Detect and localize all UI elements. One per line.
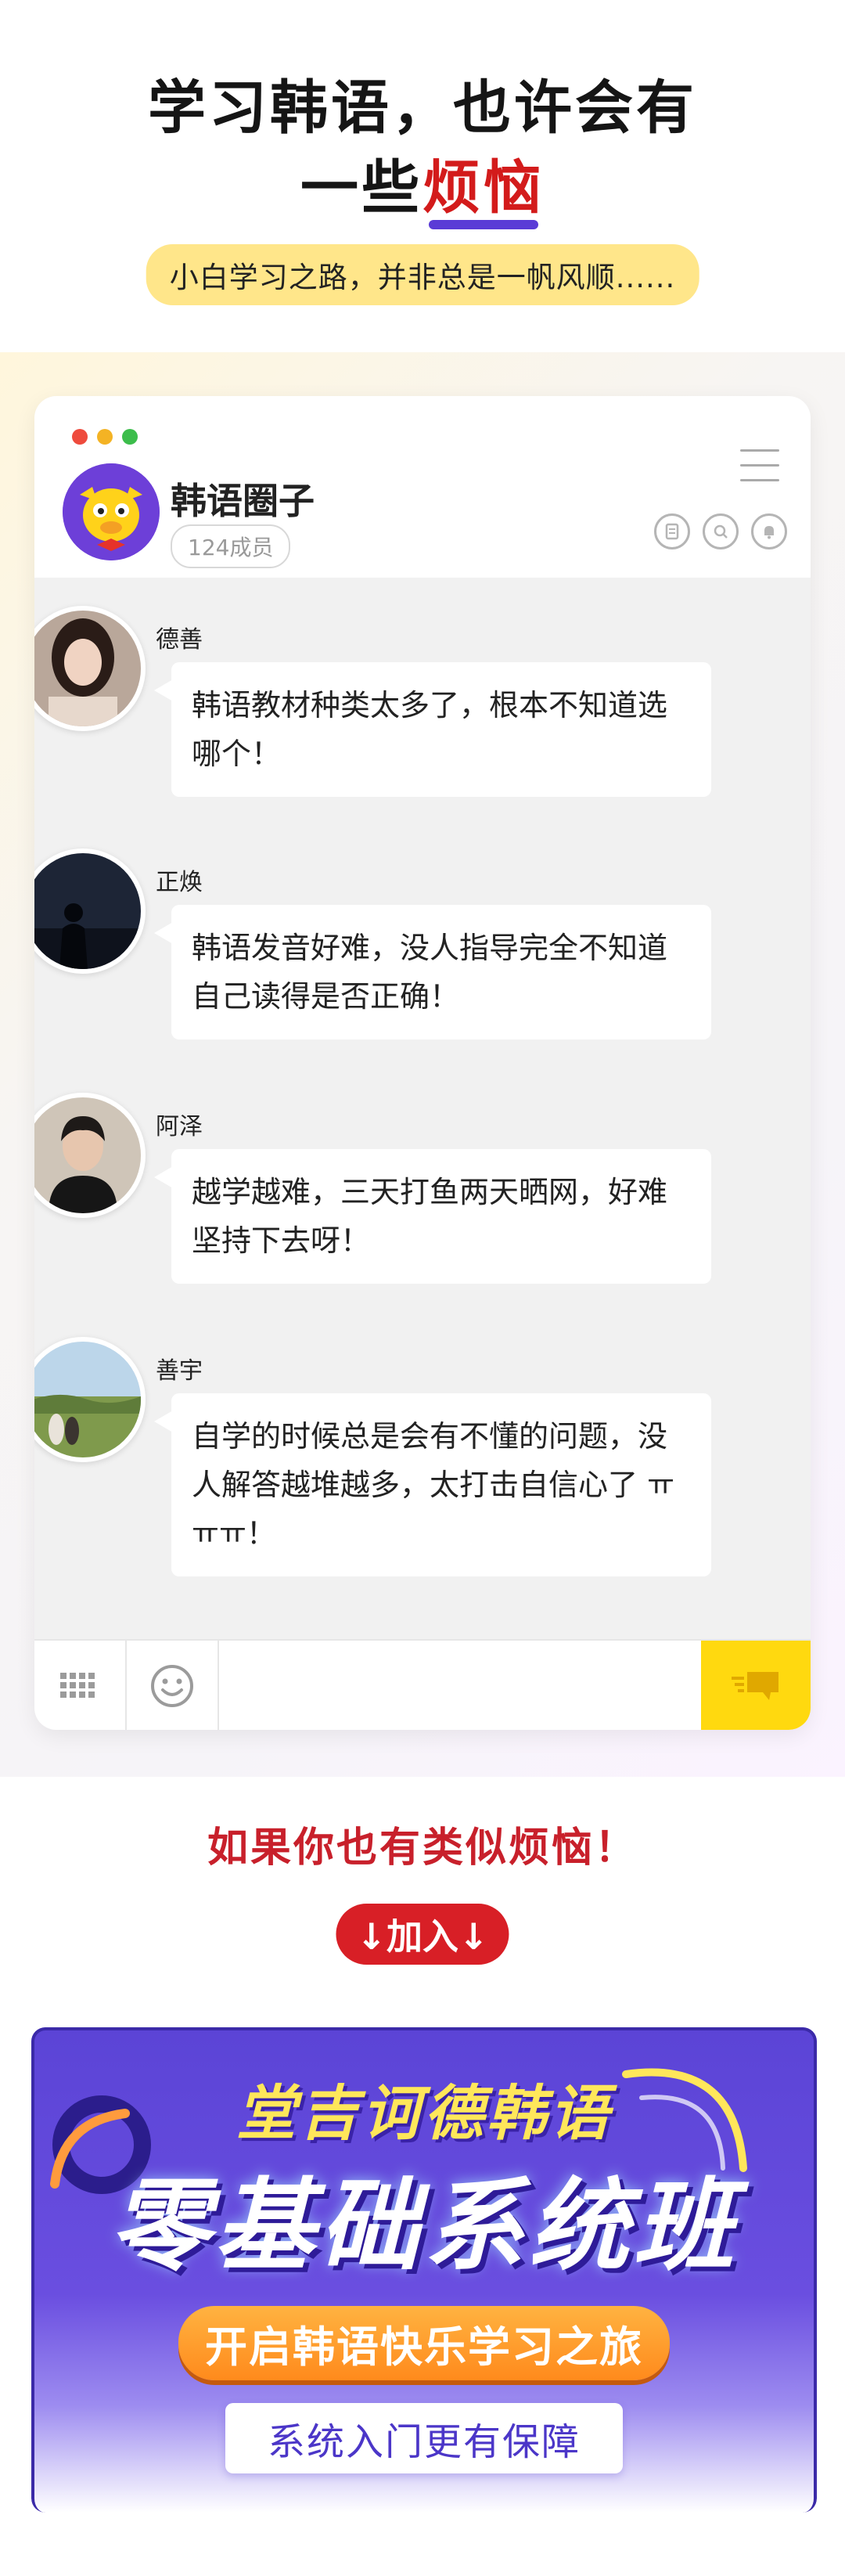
message-bubble: 韩语发音好难，没人指导完全不知道自己读得是否正确！ bbox=[154, 905, 711, 1039]
banner-title-brand: 堂吉诃德韩语 bbox=[236, 2078, 612, 2148]
message-username: 正焕 bbox=[156, 869, 203, 896]
chat-input-bar bbox=[34, 1639, 811, 1730]
message-username: 善宇 bbox=[156, 1357, 203, 1385]
search-icon[interactable] bbox=[703, 513, 739, 549]
message-bubble: 自学的时候总是会有不懂的问题，没人解答越堆越多，太打击自信心了 ㅠㅠㅠ！ bbox=[154, 1393, 711, 1576]
hero-title-highlight: 烦恼 bbox=[422, 141, 545, 229]
user-avatar-deshan bbox=[34, 606, 146, 731]
user-avatar-shanyu bbox=[34, 1337, 146, 1462]
window-minimize-dot[interactable] bbox=[97, 429, 113, 445]
send-button[interactable] bbox=[701, 1641, 811, 1730]
banner-title-course: 零基础系统班 bbox=[109, 2168, 739, 2285]
menu-icon[interactable] bbox=[740, 449, 779, 482]
user-avatar-aze bbox=[34, 1093, 146, 1218]
hero-subtitle-pill: 小白学习之路，并非总是一帆风顺...... bbox=[146, 244, 699, 305]
banner-subslogan-pill: 系统入门更有保障 bbox=[225, 2403, 624, 2473]
hero-title-highlight-text: 烦恼 bbox=[422, 154, 545, 222]
message-username: 德善 bbox=[156, 626, 203, 654]
course-banner[interactable]: 堂吉诃德韩语 零基础系统班 开启韩语快乐学习之旅 系统入门更有保障 bbox=[31, 2027, 817, 2513]
hero-section: 学习韩语，也许会有 一些烦恼 小白学习之路，并非总是一帆风顺...... bbox=[0, 0, 845, 352]
chat-window: 韩语圈子 124成员 德善 韩语教材种类太多了，根本不知道选哪个！ 正焕 韩语发… bbox=[34, 396, 811, 1730]
highlight-underline bbox=[429, 220, 538, 229]
cta-text: 如果你也有类似烦恼！ bbox=[207, 1825, 638, 1872]
header-icon-group bbox=[654, 513, 787, 549]
hero-title-prefix: 一些 bbox=[300, 154, 422, 222]
member-count-badge: 124成员 bbox=[171, 524, 291, 568]
message-username: 阿泽 bbox=[156, 1113, 203, 1140]
hero-title-line1: 学习韩语，也许会有 bbox=[148, 74, 697, 142]
send-icon bbox=[732, 1672, 778, 1700]
group-avatar bbox=[63, 463, 160, 560]
chat-header: 韩语圈子 124成员 bbox=[34, 396, 811, 578]
user-avatar-zhenghuan bbox=[34, 848, 146, 974]
note-icon[interactable] bbox=[654, 513, 690, 549]
join-button[interactable]: ↓加入↓ bbox=[336, 1904, 509, 1965]
message-bubble: 越学越难，三天打鱼两天晒网，好难坚持下去呀！ bbox=[154, 1149, 711, 1284]
message-bubble: 韩语教材种类太多了，根本不知道选哪个！ bbox=[154, 662, 711, 797]
message-input[interactable] bbox=[221, 1641, 682, 1730]
banner-slogan-pill: 开启韩语快乐学习之旅 bbox=[178, 2306, 670, 2380]
window-close-dot[interactable] bbox=[72, 429, 88, 445]
window-maximize-dot[interactable] bbox=[122, 429, 138, 445]
hero-title-line2: 一些烦恼 bbox=[0, 141, 845, 229]
bell-icon[interactable] bbox=[751, 513, 787, 549]
emoji-icon[interactable] bbox=[127, 1641, 219, 1730]
keyboard-icon[interactable] bbox=[34, 1641, 127, 1730]
group-name: 韩语圈子 bbox=[171, 480, 315, 522]
